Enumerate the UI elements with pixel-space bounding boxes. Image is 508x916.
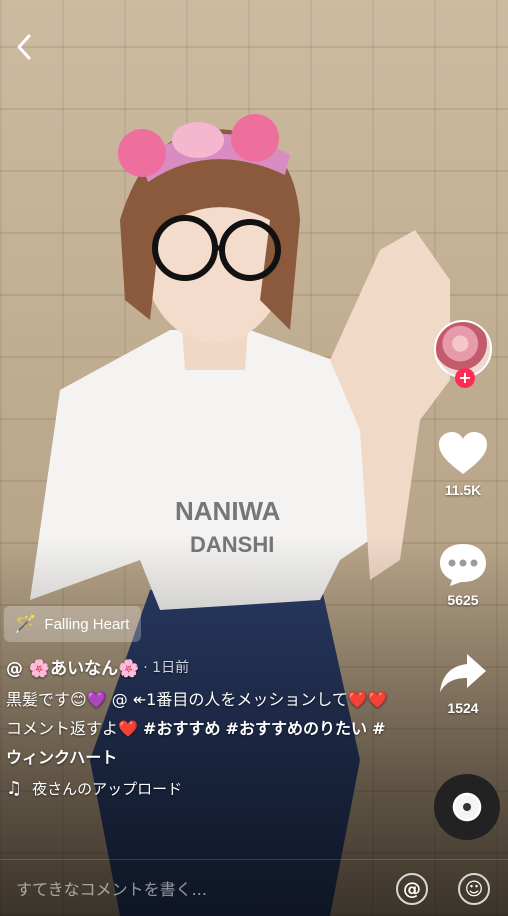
chevron-left-icon — [17, 34, 31, 60]
sound-tag[interactable]: 🪄 Falling Heart — [4, 606, 142, 642]
emoji-button[interactable]: ☺ — [458, 873, 490, 905]
sparkle-wand-icon: 🪄 — [14, 613, 37, 634]
caption-text: 黒髪です😊💜 @ ↞1番目の人をメッションして❤️❤️コメント返すよ❤️ #おす… — [6, 685, 396, 772]
music-title: 夜さんのアップロード — [32, 780, 183, 798]
emoji-icon: ☺ — [464, 878, 484, 900]
hashtag[interactable]: #おすすめのりたい — [226, 719, 367, 738]
album-cover-icon — [455, 795, 479, 819]
like-button[interactable]: 11.5K — [428, 430, 498, 498]
creator-avatar-button[interactable]: + — [434, 320, 496, 398]
comment-bubble-icon — [440, 544, 486, 586]
heart-icon — [439, 432, 487, 474]
creator-username[interactable]: @ 🌸あいなん🌸 — [6, 654, 139, 679]
at-icon: @ — [403, 878, 421, 900]
shirt-print: NANIWA — [175, 496, 281, 526]
sound-tag-label: Falling Heart — [44, 615, 130, 633]
video-caption: @ 🌸あいなん🌸 · 1日前 黒髪です😊💜 @ ↞1番目の人をメッションして❤️… — [6, 654, 396, 799]
mention-button[interactable]: @ — [396, 873, 428, 905]
follow-button[interactable]: + — [455, 368, 475, 388]
share-arrow-icon — [440, 654, 486, 692]
comment-button[interactable]: 5625 — [428, 540, 498, 608]
share-button[interactable]: 1524 — [428, 650, 498, 716]
comment-count: 5625 — [447, 592, 479, 608]
comment-bar: @ ☺ — [0, 859, 508, 916]
music-disc-button[interactable] — [434, 774, 500, 840]
share-count: 1524 — [447, 700, 479, 716]
comment-input[interactable] — [14, 874, 378, 904]
music-row[interactable]: ♫ 夜さんのアップロード — [6, 778, 396, 799]
music-note-icon: ♫ — [6, 778, 23, 799]
hashtag[interactable]: #おすすめ — [143, 719, 220, 738]
like-count: 11.5K — [444, 482, 482, 498]
back-button[interactable] — [10, 30, 38, 64]
post-time: · 1日前 — [143, 659, 190, 676]
